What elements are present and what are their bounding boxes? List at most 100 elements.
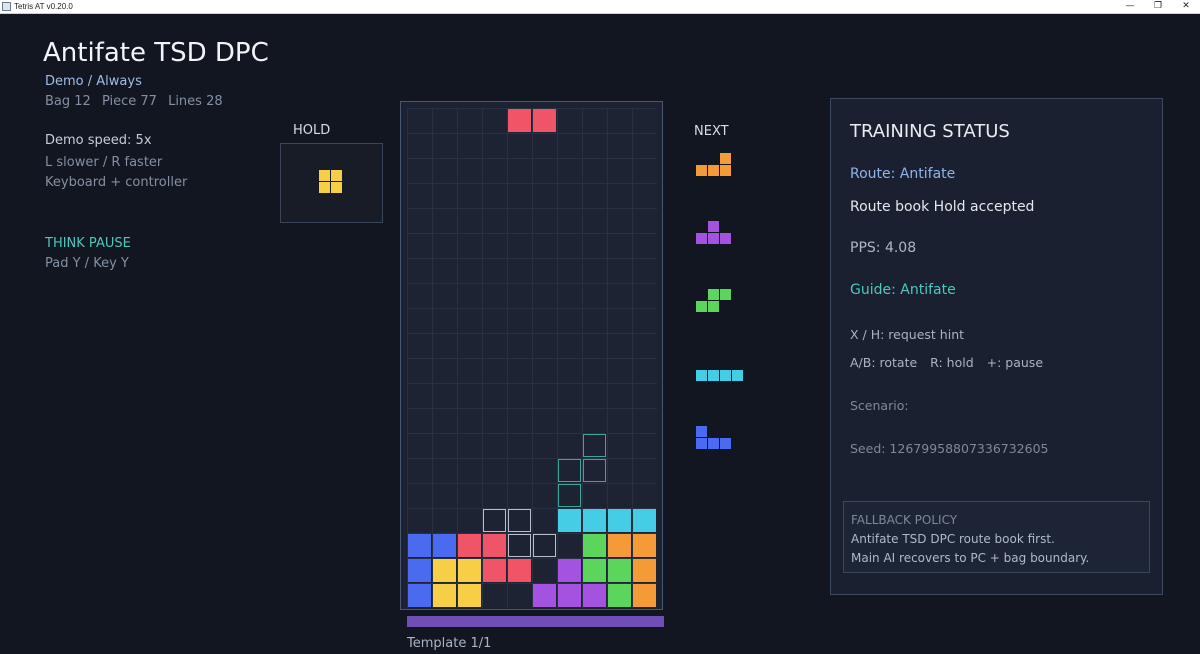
window-title-bar: Tetris AT v0.20.0 — ❐ ✕ <box>0 0 1200 14</box>
locked-block <box>508 559 531 582</box>
next-piece-block <box>720 165 731 176</box>
locked-block <box>608 509 631 532</box>
game-stats: Bag 12 Piece 77 Lines 28 <box>45 94 230 109</box>
next-piece-block <box>708 370 719 381</box>
next-piece-block <box>696 438 707 449</box>
piece-count: Piece 77 <box>101 94 157 109</box>
maximize-button[interactable]: ❐ <box>1144 0 1172 14</box>
pause-key: +: pause <box>986 355 1044 370</box>
lines-count: Lines 28 <box>168 94 223 109</box>
locked-block <box>483 559 506 582</box>
next-label: NEXT <box>694 124 729 139</box>
locked-block <box>433 534 456 557</box>
locked-block <box>633 534 656 557</box>
window-title: Tetris AT v0.20.0 <box>14 2 73 11</box>
next-piece-block <box>708 233 719 244</box>
locked-block <box>583 509 606 532</box>
ghost-block <box>583 434 606 457</box>
next-piece-block <box>708 165 719 176</box>
locked-block <box>408 534 431 557</box>
close-button[interactable]: ✕ <box>1172 0 1200 14</box>
speed-hint: L slower / R faster <box>45 155 163 170</box>
locked-block <box>608 534 631 557</box>
locked-block <box>433 559 456 582</box>
locked-block <box>458 559 481 582</box>
next-piece-block <box>720 438 731 449</box>
ghost-block <box>558 459 581 482</box>
think-pause-label: THINK PAUSE <box>45 236 131 251</box>
locked-block <box>583 534 606 557</box>
next-piece-block <box>720 289 731 300</box>
next-piece-block <box>696 301 707 312</box>
rotate-key: A/B: rotate <box>850 355 918 370</box>
next-piece-block <box>720 370 731 381</box>
guide-label: Guide: Antifate <box>850 282 956 298</box>
ghost-block <box>508 534 531 557</box>
ghost-block <box>533 534 556 557</box>
scenario-label: Scenario: <box>850 398 909 413</box>
locked-block <box>583 559 606 582</box>
active-piece-block <box>533 109 556 132</box>
next-piece-block <box>708 221 719 232</box>
locked-block <box>408 559 431 582</box>
ghost-block <box>558 484 581 507</box>
app-icon <box>2 2 11 11</box>
minimize-button[interactable]: — <box>1116 0 1144 14</box>
ghost-block <box>508 509 531 532</box>
next-piece-block <box>696 426 707 437</box>
template-label: Template 1/1 <box>407 636 492 651</box>
locked-block <box>408 584 431 607</box>
status-title: TRAINING STATUS <box>850 121 1010 142</box>
route-book-status: Route book Hold accepted <box>850 199 1035 215</box>
next-piece-block <box>720 233 731 244</box>
locked-block <box>633 584 656 607</box>
hint-key-label: X / H: request hint <box>850 327 965 342</box>
next-piece-block <box>696 165 707 176</box>
ghost-block <box>483 509 506 532</box>
locked-block <box>608 559 631 582</box>
fallback-policy-box: FALLBACK POLICY Antifate TSD DPC route b… <box>843 501 1150 573</box>
locked-block <box>433 584 456 607</box>
playfield-grid <box>407 108 657 608</box>
hold-piece-block <box>331 182 342 193</box>
think-pause-keys: Pad Y / Key Y <box>45 256 129 271</box>
locked-block <box>558 509 581 532</box>
next-piece-block <box>696 233 707 244</box>
active-piece-block <box>508 109 531 132</box>
locked-block <box>583 584 606 607</box>
locked-block <box>558 559 581 582</box>
locked-block <box>458 584 481 607</box>
locked-block <box>558 584 581 607</box>
hold-piece-block <box>319 170 330 181</box>
hold-piece-block <box>331 170 342 181</box>
route-label: Route: Antifate <box>850 166 956 182</box>
fallback-title: FALLBACK POLICY <box>851 513 958 527</box>
seed-label: Seed: 12679958807336732605 <box>850 441 1049 456</box>
fallback-line-2: Main AI recovers to PC + bag boundary. <box>851 551 1090 565</box>
locked-block <box>458 534 481 557</box>
locked-block <box>608 584 631 607</box>
template-progress-bar <box>407 616 664 627</box>
next-piece-block <box>696 370 707 381</box>
locked-block <box>633 509 656 532</box>
next-piece-block <box>708 289 719 300</box>
hold-key: R: hold <box>930 355 974 370</box>
demo-speed: Demo speed: 5x <box>45 133 152 148</box>
locked-block <box>533 584 556 607</box>
hold-piece-block <box>319 182 330 193</box>
locked-block <box>483 534 506 557</box>
fallback-line-1: Antifate TSD DPC route book first. <box>851 532 1055 546</box>
next-piece-block <box>720 153 731 164</box>
locked-block <box>633 559 656 582</box>
next-piece-block <box>708 438 719 449</box>
next-piece-block <box>732 370 743 381</box>
mode-label: Demo / Always <box>45 74 142 89</box>
input-mode: Keyboard + controller <box>45 175 188 190</box>
ghost-block <box>583 459 606 482</box>
game-title: Antifate TSD DPC <box>43 38 269 68</box>
hold-box <box>280 143 383 223</box>
playfield-frame <box>400 101 663 610</box>
controls-legend: A/B: rotate R: hold +: pause <box>850 355 1052 370</box>
training-status-panel: TRAINING STATUS Route: Antifate Route bo… <box>830 98 1163 595</box>
pps-value: PPS: 4.08 <box>850 240 917 256</box>
